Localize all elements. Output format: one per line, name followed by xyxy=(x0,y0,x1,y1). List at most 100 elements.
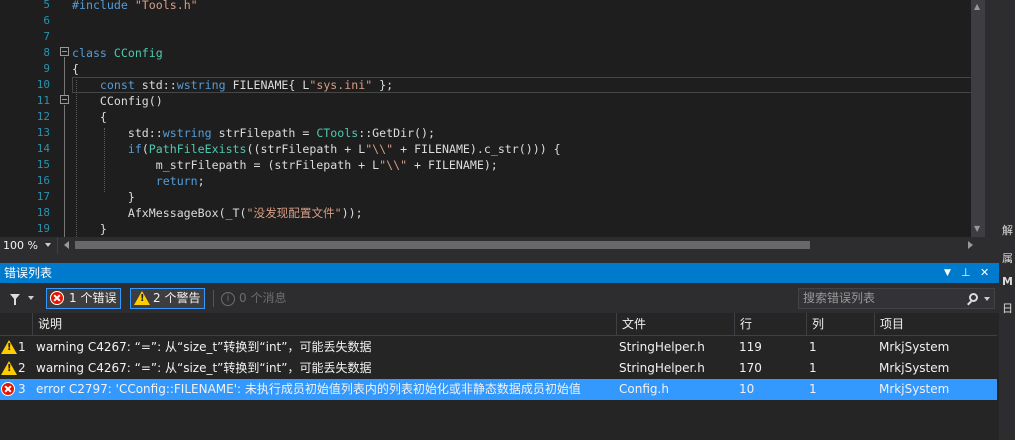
scroll-up-icon[interactable]: ▲ xyxy=(974,2,980,11)
errors-filter-label: 1 个错误 xyxy=(69,291,117,305)
code-editor[interactable]: 5 6 7 8 9 10 11 12 13 14 15 16 17 18 19 … xyxy=(0,0,985,237)
line-number: 15 xyxy=(36,158,50,171)
line-number: 12 xyxy=(36,110,50,123)
line-number: 16 xyxy=(36,174,50,187)
vertical-scrollbar[interactable]: ▲ ▼ xyxy=(971,0,985,237)
line-number: 10 xyxy=(36,78,50,91)
code-line: class CConfig xyxy=(72,46,163,60)
chevron-down-icon xyxy=(45,243,51,247)
row-column: 1 xyxy=(809,382,817,396)
warning-icon xyxy=(134,291,150,305)
chevron-down-icon[interactable] xyxy=(28,296,34,300)
code-line: #include "Tools.h" xyxy=(72,0,198,12)
code-line: AfxMessageBox(_T("没发现配置文件")); xyxy=(72,206,363,220)
row-file: Config.h xyxy=(619,382,669,396)
warnings-filter-label: 2 个警告 xyxy=(153,291,201,305)
line-number: 14 xyxy=(36,142,50,155)
outline-line xyxy=(64,57,65,95)
code-line: { xyxy=(72,110,107,124)
error-icon xyxy=(50,291,64,305)
row-line: 119 xyxy=(739,340,762,354)
close-icon[interactable]: ✕ xyxy=(980,263,989,283)
errors-filter-button[interactable]: 1 个错误 xyxy=(46,288,122,309)
error-list-toolbar: 1 个错误 2 个警告 i 0 个消息 搜索错误列表 xyxy=(0,283,999,313)
row-number: 1 xyxy=(18,340,26,354)
scroll-left-icon[interactable] xyxy=(64,241,69,249)
line-number-gutter: 5 6 7 8 9 10 11 12 13 14 15 16 17 18 19 xyxy=(0,0,56,237)
chevron-down-icon[interactable] xyxy=(984,297,990,301)
horizontal-scrollbar-thumb[interactable] xyxy=(75,241,810,249)
outline-line xyxy=(64,105,65,237)
code-line: m_strFilepath = (strFilepath + L"\\" + F… xyxy=(72,158,498,172)
side-tab[interactable]: 解 xyxy=(1002,222,1013,238)
row-description: error C2797: 'CConfig::FILENAME': 未执行成员初… xyxy=(36,382,581,396)
code-line: } xyxy=(72,222,107,236)
column-header-column[interactable]: 列 xyxy=(806,313,874,335)
row-number: 2 xyxy=(18,361,26,375)
table-header: 说明 文件 行 列 项目 xyxy=(0,313,997,336)
warnings-filter-button[interactable]: 2 个警告 xyxy=(130,288,206,309)
code-line: CConfig() xyxy=(72,94,163,108)
messages-filter-button[interactable]: i 0 个消息 xyxy=(216,288,291,309)
code-line: std::wstring strFilepath = CTools::GetDi… xyxy=(72,126,435,140)
code-line: const std::wstring FILENAME{ L"sys.ini" … xyxy=(99,78,394,92)
table-row-selected[interactable]: 3 error C2797: 'CConfig::FILENAME': 未执行成… xyxy=(0,379,997,400)
zoom-level: 100 % xyxy=(3,239,38,252)
code-text-area[interactable]: #include "Tools.h" class CConfig { const… xyxy=(72,0,985,237)
panel-title-bar: 错误列表 ▼ ⊥ ✕ xyxy=(0,263,999,283)
row-number: 3 xyxy=(18,382,26,396)
line-number: 13 xyxy=(36,126,50,139)
row-project: MrkjSystem xyxy=(879,361,950,375)
line-number: 19 xyxy=(36,222,50,235)
code-line: return; xyxy=(155,174,205,188)
row-description: warning C4267: “=”: 从“size_t”转换到“int”，可能… xyxy=(36,340,372,354)
row-line: 10 xyxy=(739,382,755,396)
side-tab[interactable]: M xyxy=(1002,275,1013,288)
editor-horizontal-bar: 100 % xyxy=(0,237,985,254)
scroll-down-icon[interactable]: ▼ xyxy=(974,224,980,233)
row-column: 1 xyxy=(809,361,817,375)
table-row[interactable]: 2 warning C4267: “=”: 从“size_t”转换到“int”，… xyxy=(0,358,997,379)
error-icon xyxy=(1,382,15,396)
warning-icon xyxy=(1,340,17,354)
line-number: 9 xyxy=(43,62,50,75)
collapse-icon[interactable] xyxy=(60,47,69,56)
side-tab[interactable]: 日 xyxy=(1002,300,1013,316)
search-placeholder: 搜索错误列表 xyxy=(803,291,876,305)
column-header-line[interactable]: 行 xyxy=(734,313,806,335)
line-number: 17 xyxy=(36,190,50,203)
row-project: MrkjSystem xyxy=(879,382,950,396)
row-line: 170 xyxy=(739,361,762,375)
right-dock-strip: 解 属 M 日 xyxy=(1001,0,1015,440)
pin-icon[interactable]: ⊥ xyxy=(961,263,971,283)
warning-icon xyxy=(1,361,17,375)
window-position-dropdown-icon[interactable]: ▼ xyxy=(944,263,951,283)
panel-title: 错误列表 xyxy=(4,266,53,280)
row-file: StringHelper.h xyxy=(619,340,705,354)
error-list-panel: 错误列表 ▼ ⊥ ✕ 1 个错误 2 个警告 i 0 个消息 搜索错误列表 说明… xyxy=(0,263,999,440)
messages-filter-label: 0 个消息 xyxy=(239,291,287,305)
column-header-project[interactable]: 项目 xyxy=(874,313,997,335)
info-icon: i xyxy=(221,292,235,306)
search-error-list-input[interactable]: 搜索错误列表 xyxy=(798,288,995,309)
code-line: { xyxy=(72,62,79,76)
zoom-dropdown[interactable]: 100 % xyxy=(0,237,58,254)
line-number: 5 xyxy=(43,0,50,11)
code-line: if(PathFileExists((strFilepath + L"\\" +… xyxy=(127,142,561,156)
line-number: 11 xyxy=(36,94,50,107)
line-number: 8 xyxy=(43,46,50,59)
code-line: } xyxy=(72,190,135,204)
row-project: MrkjSystem xyxy=(879,340,950,354)
collapse-icon[interactable] xyxy=(60,95,69,104)
column-header-file[interactable]: 文件 xyxy=(616,313,735,335)
line-number: 6 xyxy=(43,14,50,27)
row-column: 1 xyxy=(809,340,817,354)
toolbar-separator xyxy=(213,290,214,307)
table-row[interactable]: 1 warning C4267: “=”: 从“size_t”转换到“int”，… xyxy=(0,337,997,358)
filter-icon[interactable] xyxy=(10,294,20,305)
search-icon[interactable] xyxy=(969,293,978,302)
side-tab[interactable]: 属 xyxy=(1002,250,1013,266)
scroll-right-icon[interactable] xyxy=(968,241,973,249)
row-file: StringHelper.h xyxy=(619,361,705,375)
column-header-description[interactable]: 说明 xyxy=(32,313,618,335)
